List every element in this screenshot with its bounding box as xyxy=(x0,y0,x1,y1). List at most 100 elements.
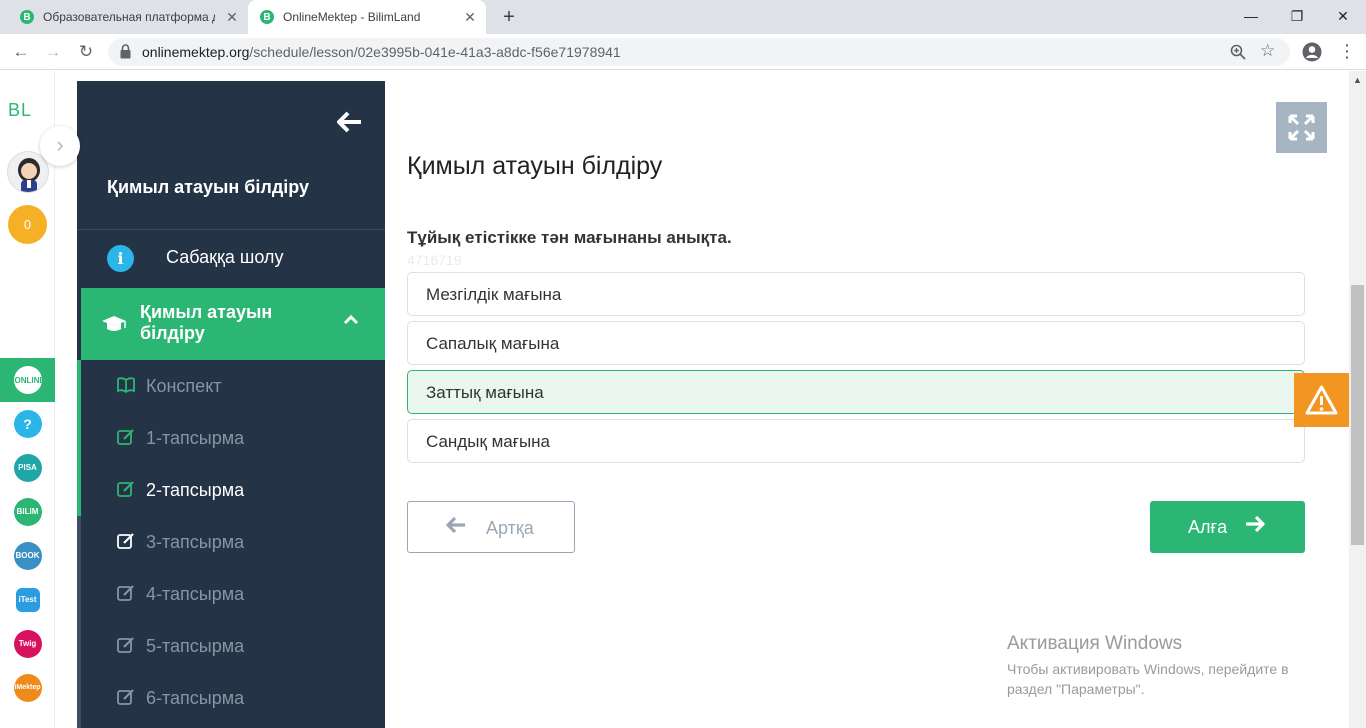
question-text: Тұйық етістікке тән мағынаны анықта. xyxy=(407,228,732,247)
lock-icon xyxy=(120,44,131,59)
report-problem-button[interactable] xyxy=(1294,373,1349,427)
app-twig[interactable]: Twig xyxy=(0,622,55,666)
sidebar-item-label: 6-тапсырма xyxy=(146,688,245,708)
app-imektep[interactable]: iMektep xyxy=(0,666,55,710)
expand-rail-button[interactable]: › xyxy=(40,126,80,166)
back-button[interactable]: Артқа xyxy=(407,501,575,553)
help-icon: ? xyxy=(13,410,42,438)
watermark-text: Чтобы активировать Windows, перейдите в … xyxy=(1007,661,1289,697)
sidebar-item-label: 1-тапсырма xyxy=(146,428,245,448)
app-onlinemektep[interactable]: ONLINE xyxy=(0,358,55,402)
menu-dots-icon[interactable]: ⋮ xyxy=(1338,41,1356,62)
page-title: Қимыл атауын білдіру xyxy=(407,152,663,180)
next-button-label: Алға xyxy=(1188,517,1228,537)
answer-option[interactable]: Сапалық мағына xyxy=(407,321,1305,365)
edit-icon xyxy=(117,533,134,549)
sidebar-item-task-1[interactable]: 1-тапсырма xyxy=(77,412,385,464)
answer-option-text: Сапалық мағына xyxy=(426,334,560,353)
edit-icon xyxy=(117,429,134,445)
url-text: onlinemektep.org/schedule/lesson/02e3995… xyxy=(142,44,621,60)
bilimland-icon: BILIM xyxy=(13,498,42,526)
answer-option-text: Сандық мағына xyxy=(426,432,551,451)
coins-badge[interactable]: 0 xyxy=(8,205,47,244)
scroll-thumb[interactable] xyxy=(1351,285,1364,545)
avatar-icon xyxy=(18,158,40,192)
arrow-left-icon xyxy=(446,516,466,540)
onlinemektep-icon: ONLINE xyxy=(13,366,45,394)
lesson-content: Қимыл атауын білдіру Тұйық етістікке тән… xyxy=(385,71,1327,728)
sidebar-item-task-5[interactable]: 5-тапсырма xyxy=(77,620,385,672)
answer-option-selected[interactable]: Заттық мағына xyxy=(407,370,1305,414)
sidebar-item-label: 4-тапсырма xyxy=(146,584,245,604)
app-help[interactable]: ? xyxy=(0,402,55,446)
task-list: Конспект 1-тапсырма 2-тапсырма 3-тапсырм… xyxy=(77,360,385,728)
sidebar-item-task-2[interactable]: 2-тапсырма xyxy=(77,464,385,516)
sidebar-item-overview[interactable]: i Сабаққа шолу xyxy=(77,230,385,288)
back-icon[interactable]: ← xyxy=(10,41,32,63)
sidebar-lesson-title: Қимыл атауын білдіру xyxy=(107,177,310,197)
close-tab-icon[interactable]: ✕ xyxy=(224,9,240,25)
favicon-icon: B xyxy=(260,10,274,24)
warning-icon xyxy=(1305,385,1338,415)
restore-button[interactable]: ❐ xyxy=(1282,4,1312,28)
bookmark-star-icon[interactable]: ☆ xyxy=(1260,41,1275,61)
info-icon: i xyxy=(107,245,134,272)
imektep-icon: iMektep xyxy=(13,674,42,702)
windows-activation-watermark: Активация Windows Чтобы активировать Win… xyxy=(1007,633,1337,699)
bilimbook-icon: BOOK xyxy=(13,542,42,570)
scroll-up-icon[interactable]: ▲ xyxy=(1353,75,1362,85)
book-icon xyxy=(117,377,135,394)
back-button-label: Артқа xyxy=(486,518,534,538)
itest-icon: iTest xyxy=(15,588,40,612)
sidebar-item-konspekt[interactable]: Конспект xyxy=(77,360,385,412)
section-label: Қимыл атауын білдіру xyxy=(140,302,273,343)
app-pisa[interactable]: PISA xyxy=(0,446,55,490)
chevron-up-icon[interactable] xyxy=(343,312,359,330)
new-tab-button[interactable]: + xyxy=(498,6,520,28)
close-window-button[interactable]: ✕ xyxy=(1328,4,1358,28)
twig-icon: Twig xyxy=(13,630,42,658)
answer-option-text: Заттық мағына xyxy=(426,383,544,402)
answer-option[interactable]: Мезгілдік мағына xyxy=(407,272,1305,316)
sidebar-item-label: 5-тапсырма xyxy=(146,636,245,656)
minimize-button[interactable]: — xyxy=(1236,4,1266,28)
app-bilimbook[interactable]: BOOK xyxy=(0,534,55,578)
sidebar-section-header[interactable]: Қимыл атауын білдіру xyxy=(81,288,385,360)
sidebar-item-label: 3-тапсырма xyxy=(146,532,245,552)
tab-title: Образовательная платформа дл xyxy=(43,10,215,24)
edit-icon xyxy=(117,585,134,601)
pisa-icon: PISA xyxy=(13,454,42,482)
favicon-icon: B xyxy=(20,10,34,24)
sidebar-item-task-4[interactable]: 4-тапсырма xyxy=(77,568,385,620)
url-path: /schedule/lesson/02e3995b-041e-41a3-a8dc… xyxy=(249,44,621,60)
sidebar-item-label: 2-тапсырма xyxy=(146,480,245,500)
url-field[interactable]: onlinemektep.org/schedule/lesson/02e3995… xyxy=(108,38,1290,66)
next-button[interactable]: Алға xyxy=(1150,501,1305,553)
reload-icon[interactable]: ↻ xyxy=(75,41,97,63)
question-id: 4716719 xyxy=(407,252,462,268)
edit-icon xyxy=(117,689,134,705)
close-tab-icon[interactable]: ✕ xyxy=(462,9,478,25)
zoom-icon[interactable] xyxy=(1230,44,1246,60)
url-host: onlinemektep.org xyxy=(142,44,250,60)
collapse-sidebar-icon[interactable] xyxy=(335,111,365,141)
bilimland-logo[interactable]: BL xyxy=(8,100,32,121)
answer-option[interactable]: Сандық мағына xyxy=(407,419,1305,463)
edit-icon xyxy=(117,481,134,497)
fullscreen-icon xyxy=(1288,114,1315,141)
app-itest[interactable]: iTest xyxy=(0,578,55,622)
page-scrollbar[interactable]: ▲ xyxy=(1349,71,1366,728)
forward-icon[interactable]: → xyxy=(42,41,64,63)
browser-tab-bar: B Образовательная платформа дл ✕ B Onlin… xyxy=(0,0,1366,34)
browser-tab-active[interactable]: B OnlineMektep - BilimLand ✕ xyxy=(248,0,486,34)
browser-tab[interactable]: B Образовательная платформа дл ✕ xyxy=(8,0,248,34)
lesson-sidebar: Қимыл атауын білдіру i Сабаққа шолу Қимы… xyxy=(77,81,385,728)
fullscreen-button[interactable] xyxy=(1276,102,1327,153)
profile-icon[interactable] xyxy=(1302,42,1322,62)
address-toolbar: ← → ↻ onlinemektep.org/schedule/lesson/0… xyxy=(0,34,1366,70)
edit-icon xyxy=(117,637,134,653)
sidebar-item-task-3[interactable]: 3-тапсырма xyxy=(77,516,385,568)
app-bilimland[interactable]: BILIM xyxy=(0,490,55,534)
sidebar-item-task-6[interactable]: 6-тапсырма xyxy=(77,672,385,724)
sidebar-item-label: Конспект xyxy=(146,376,222,396)
